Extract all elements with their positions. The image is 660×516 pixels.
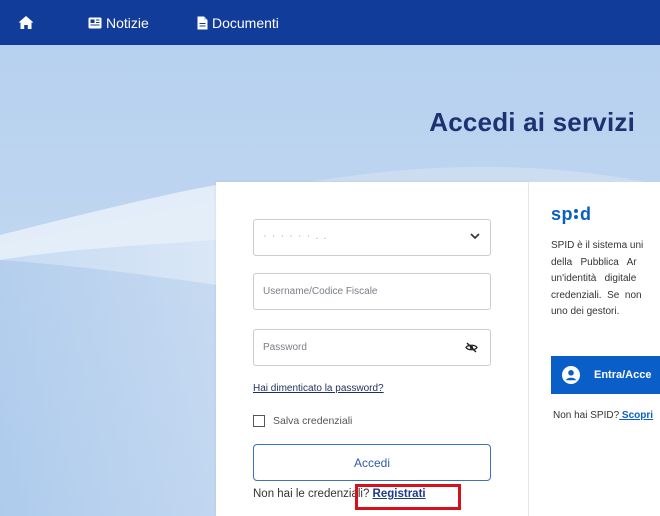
spid-no-account: Non hai SPID? Scopri	[553, 410, 653, 421]
highlight-box	[355, 484, 461, 510]
spid-button-label: Entra/Acce	[594, 369, 652, 381]
password-field-wrapper	[253, 329, 491, 366]
spid-login-button[interactable]: Entra/Acce	[551, 356, 660, 394]
spid-description-line: uno dei gestori.	[551, 306, 620, 317]
remember-credentials: Salva credenziali	[253, 415, 352, 427]
remember-checkbox[interactable]	[253, 415, 265, 427]
nav-home[interactable]	[18, 0, 34, 45]
username-input[interactable]	[254, 274, 490, 309]
top-navbar: Notizie Documenti	[0, 0, 660, 45]
remember-label: Salva credenziali	[273, 415, 353, 427]
spid-description-line: SPID è il sistema uni	[551, 240, 644, 251]
login-card: · · · · · · . . Hai dimenticato la passw…	[216, 182, 528, 516]
no-spid-text: Non hai SPID?	[553, 410, 620, 421]
page-title: Accedi ai servizi	[429, 107, 635, 137]
user-circle-icon	[562, 366, 580, 384]
home-icon	[18, 16, 34, 29]
password-input[interactable]	[254, 330, 490, 365]
spid-logo: sp d	[551, 204, 592, 224]
spid-panel: sp d SPID è il sistema uni della Pubblica…	[528, 182, 660, 516]
spid-description: SPID è il sistema uni della Pubblica Ar …	[551, 238, 660, 321]
eye-slash-icon[interactable]	[465, 342, 478, 353]
spid-description-line: della Pubblica Ar	[551, 256, 637, 268]
newspaper-icon	[88, 17, 102, 28]
login-type-select[interactable]: · · · · · · . .	[253, 219, 491, 256]
chevron-down-icon	[470, 233, 480, 240]
forgot-password-link[interactable]: Hai dimenticato la password?	[253, 383, 384, 394]
nav-notizie-label: Notizie	[106, 14, 149, 31]
spid-description-line: un'identità digitale	[551, 273, 637, 284]
spid-description-line: credenziali. Se non	[551, 289, 642, 301]
username-field-wrapper	[253, 273, 491, 310]
document-icon	[197, 16, 208, 29]
discover-spid-link[interactable]: Scopri	[619, 410, 653, 421]
nav-documenti-label: Documenti	[212, 14, 279, 31]
nav-notizie[interactable]: Notizie	[88, 0, 149, 45]
select-value: · · · · · · . .	[263, 230, 328, 242]
nav-documenti[interactable]: Documenti	[197, 0, 279, 45]
login-submit-button[interactable]: Accedi	[253, 444, 491, 481]
